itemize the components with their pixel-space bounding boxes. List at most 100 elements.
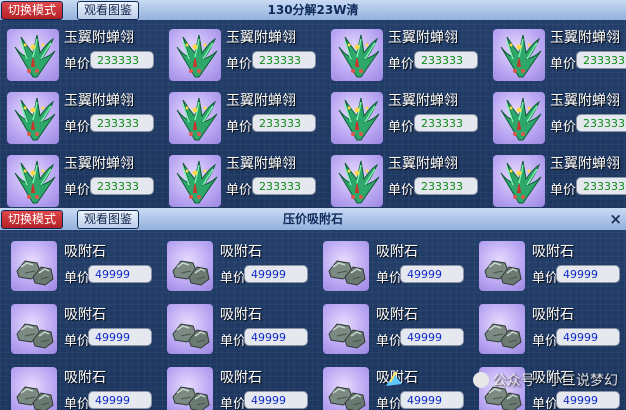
absorb-stone-icon[interactable] xyxy=(11,304,57,354)
item-card[interactable]: 吸附石单价49999 xyxy=(312,301,468,363)
price-label: 单价 xyxy=(532,334,559,349)
price-field[interactable]: 233333 xyxy=(576,51,626,69)
price-field[interactable]: 233333 xyxy=(252,177,316,195)
absorb-stone-icon[interactable] xyxy=(323,241,369,291)
price-label: 单价 xyxy=(388,57,415,72)
price-label: 单价 xyxy=(226,120,253,135)
item-card[interactable]: 吸附石单价49999 xyxy=(312,238,468,300)
absorb-stone-icon[interactable] xyxy=(167,241,213,291)
jade-wing-icon[interactable] xyxy=(169,92,221,144)
item-name: 玉翼附蝉翎 xyxy=(388,93,458,109)
price-field[interactable]: 233333 xyxy=(576,114,626,132)
item-name: 吸附石 xyxy=(376,244,418,260)
item-card[interactable]: 吸附石单价49999 xyxy=(156,301,312,363)
price-field[interactable]: 49999 xyxy=(244,265,308,283)
price-label: 单价 xyxy=(388,120,415,135)
price-field[interactable]: 49999 xyxy=(88,328,152,346)
close-icon[interactable]: × xyxy=(609,209,622,229)
price-field[interactable]: 233333 xyxy=(414,51,478,69)
price-field[interactable]: 49999 xyxy=(244,391,308,409)
absorb-stone-icon[interactable] xyxy=(479,241,525,291)
price-field[interactable]: 49999 xyxy=(244,328,308,346)
item-name: 吸附石 xyxy=(64,244,106,260)
jade-wing-icon[interactable] xyxy=(169,29,221,81)
jade-wing-icon[interactable] xyxy=(7,29,59,81)
price-field[interactable]: 49999 xyxy=(556,265,620,283)
item-name: 玉翼附蝉翎 xyxy=(388,156,458,172)
price-field[interactable]: 49999 xyxy=(556,328,620,346)
item-card[interactable]: 玉翼附蝉翎 单价 233333 xyxy=(324,24,480,86)
item-name: 玉翼附蝉翎 xyxy=(550,156,620,172)
price-field[interactable]: 233333 xyxy=(414,177,478,195)
watermark-text: 公众号 · 小三说梦幻 xyxy=(492,373,618,389)
item-name: 玉翼附蝉翎 xyxy=(64,156,134,172)
price-label: 单价 xyxy=(226,183,253,198)
absorb-stone-icon[interactable] xyxy=(11,241,57,291)
price-field[interactable]: 49999 xyxy=(556,391,620,409)
item-card[interactable]: 吸附石单价49999 xyxy=(0,301,156,363)
item-name: 吸附石 xyxy=(376,307,418,323)
price-field[interactable]: 233333 xyxy=(414,114,478,132)
item-card[interactable]: 玉翼附蝉翎 单价 233333 xyxy=(162,24,318,86)
price-field[interactable]: 233333 xyxy=(252,114,316,132)
absorb-stone-icon[interactable] xyxy=(167,304,213,354)
switch-mode-button[interactable]: 切换模式 xyxy=(1,210,64,229)
item-card[interactable]: 玉翼附蝉翎 单价 233333 xyxy=(0,87,156,149)
jade-wing-icon[interactable] xyxy=(493,29,545,81)
item-name: 吸附石 xyxy=(532,307,574,323)
jade-wing-icon[interactable] xyxy=(493,92,545,144)
jade-wing-icon[interactable] xyxy=(493,155,545,207)
item-card[interactable]: 玉翼附蝉翎单价 233333 xyxy=(324,87,480,149)
item-card[interactable]: 吸附石单价49999 xyxy=(0,364,156,410)
jade-wing-icon[interactable] xyxy=(7,155,59,207)
jade-wing-icon[interactable] xyxy=(7,92,59,144)
item-name: 吸附石 xyxy=(532,244,574,260)
absorb-stone-icon[interactable] xyxy=(323,304,369,354)
price-label: 单价 xyxy=(550,57,577,72)
item-card[interactable]: 吸附石单价49999 xyxy=(156,238,312,300)
view-codex-button[interactable]: 观看图鉴 xyxy=(77,210,140,229)
item-card[interactable]: 玉翼附蝉翎 单价 233333 xyxy=(486,150,626,208)
item-card[interactable]: 玉翼附蝉翎单价 233333 xyxy=(162,87,318,149)
jade-wing-icon[interactable] xyxy=(331,155,383,207)
price-field[interactable]: 49999 xyxy=(400,265,464,283)
price-field[interactable]: 233333 xyxy=(90,177,154,195)
absorb-stone-icon[interactable] xyxy=(479,304,525,354)
jade-wing-icon[interactable] xyxy=(331,92,383,144)
item-card[interactable]: 玉翼附蝉翎 单价 233333 xyxy=(0,24,156,86)
item-card[interactable]: 玉翼附蝉翎单价 233333 xyxy=(486,24,626,86)
item-card[interactable]: 吸附石单价49999 xyxy=(0,238,156,300)
item-name: 玉翼附蝉翎 xyxy=(64,93,134,109)
item-card[interactable]: 吸附石单价49999 xyxy=(468,301,624,363)
absorb-stone-icon[interactable] xyxy=(323,367,369,410)
item-card[interactable]: 吸附石单价49999 xyxy=(468,238,624,300)
item-card[interactable]: 玉翼附蝉翎 单价 233333 xyxy=(0,150,156,208)
price-field[interactable]: 49999 xyxy=(88,391,152,409)
item-name: 玉翼附蝉翎 xyxy=(226,93,296,109)
item-card[interactable]: 玉翼附蝉翎 单价 233333 xyxy=(486,87,626,149)
price-label: 单价 xyxy=(376,334,403,349)
item-name: 玉翼附蝉翎 xyxy=(550,30,620,46)
price-field[interactable]: 233333 xyxy=(90,114,154,132)
bottom-panel-header: 切换模式 观看图鉴 压价吸附石 × xyxy=(0,208,626,230)
item-name: 吸附石 xyxy=(220,370,262,386)
price-field[interactable]: 233333 xyxy=(90,51,154,69)
price-field[interactable]: 49999 xyxy=(400,391,464,409)
jade-wing-icon[interactable] xyxy=(331,29,383,81)
price-label: 单价 xyxy=(64,57,91,72)
price-field[interactable]: 233333 xyxy=(576,177,626,195)
switch-mode-button[interactable]: 切换模式 xyxy=(1,1,64,20)
price-field[interactable]: 233333 xyxy=(252,51,316,69)
item-name: 吸附石 xyxy=(64,307,106,323)
absorb-stone-icon[interactable] xyxy=(11,367,57,410)
absorb-stone-icon[interactable] xyxy=(167,367,213,410)
price-field[interactable]: 49999 xyxy=(88,265,152,283)
item-card[interactable]: 吸附石单价49999 xyxy=(156,364,312,410)
item-card[interactable]: 玉翼附蝉翎 单价 233333 xyxy=(162,150,318,208)
jade-wing-icon[interactable] xyxy=(169,155,221,207)
item-card[interactable]: 玉翼附蝉翎 单价 233333 xyxy=(324,150,480,208)
price-label: 单价 xyxy=(376,271,403,286)
item-name: 吸附石 xyxy=(220,307,262,323)
price-field[interactable]: 49999 xyxy=(400,328,464,346)
view-codex-button[interactable]: 观看图鉴 xyxy=(77,1,140,20)
